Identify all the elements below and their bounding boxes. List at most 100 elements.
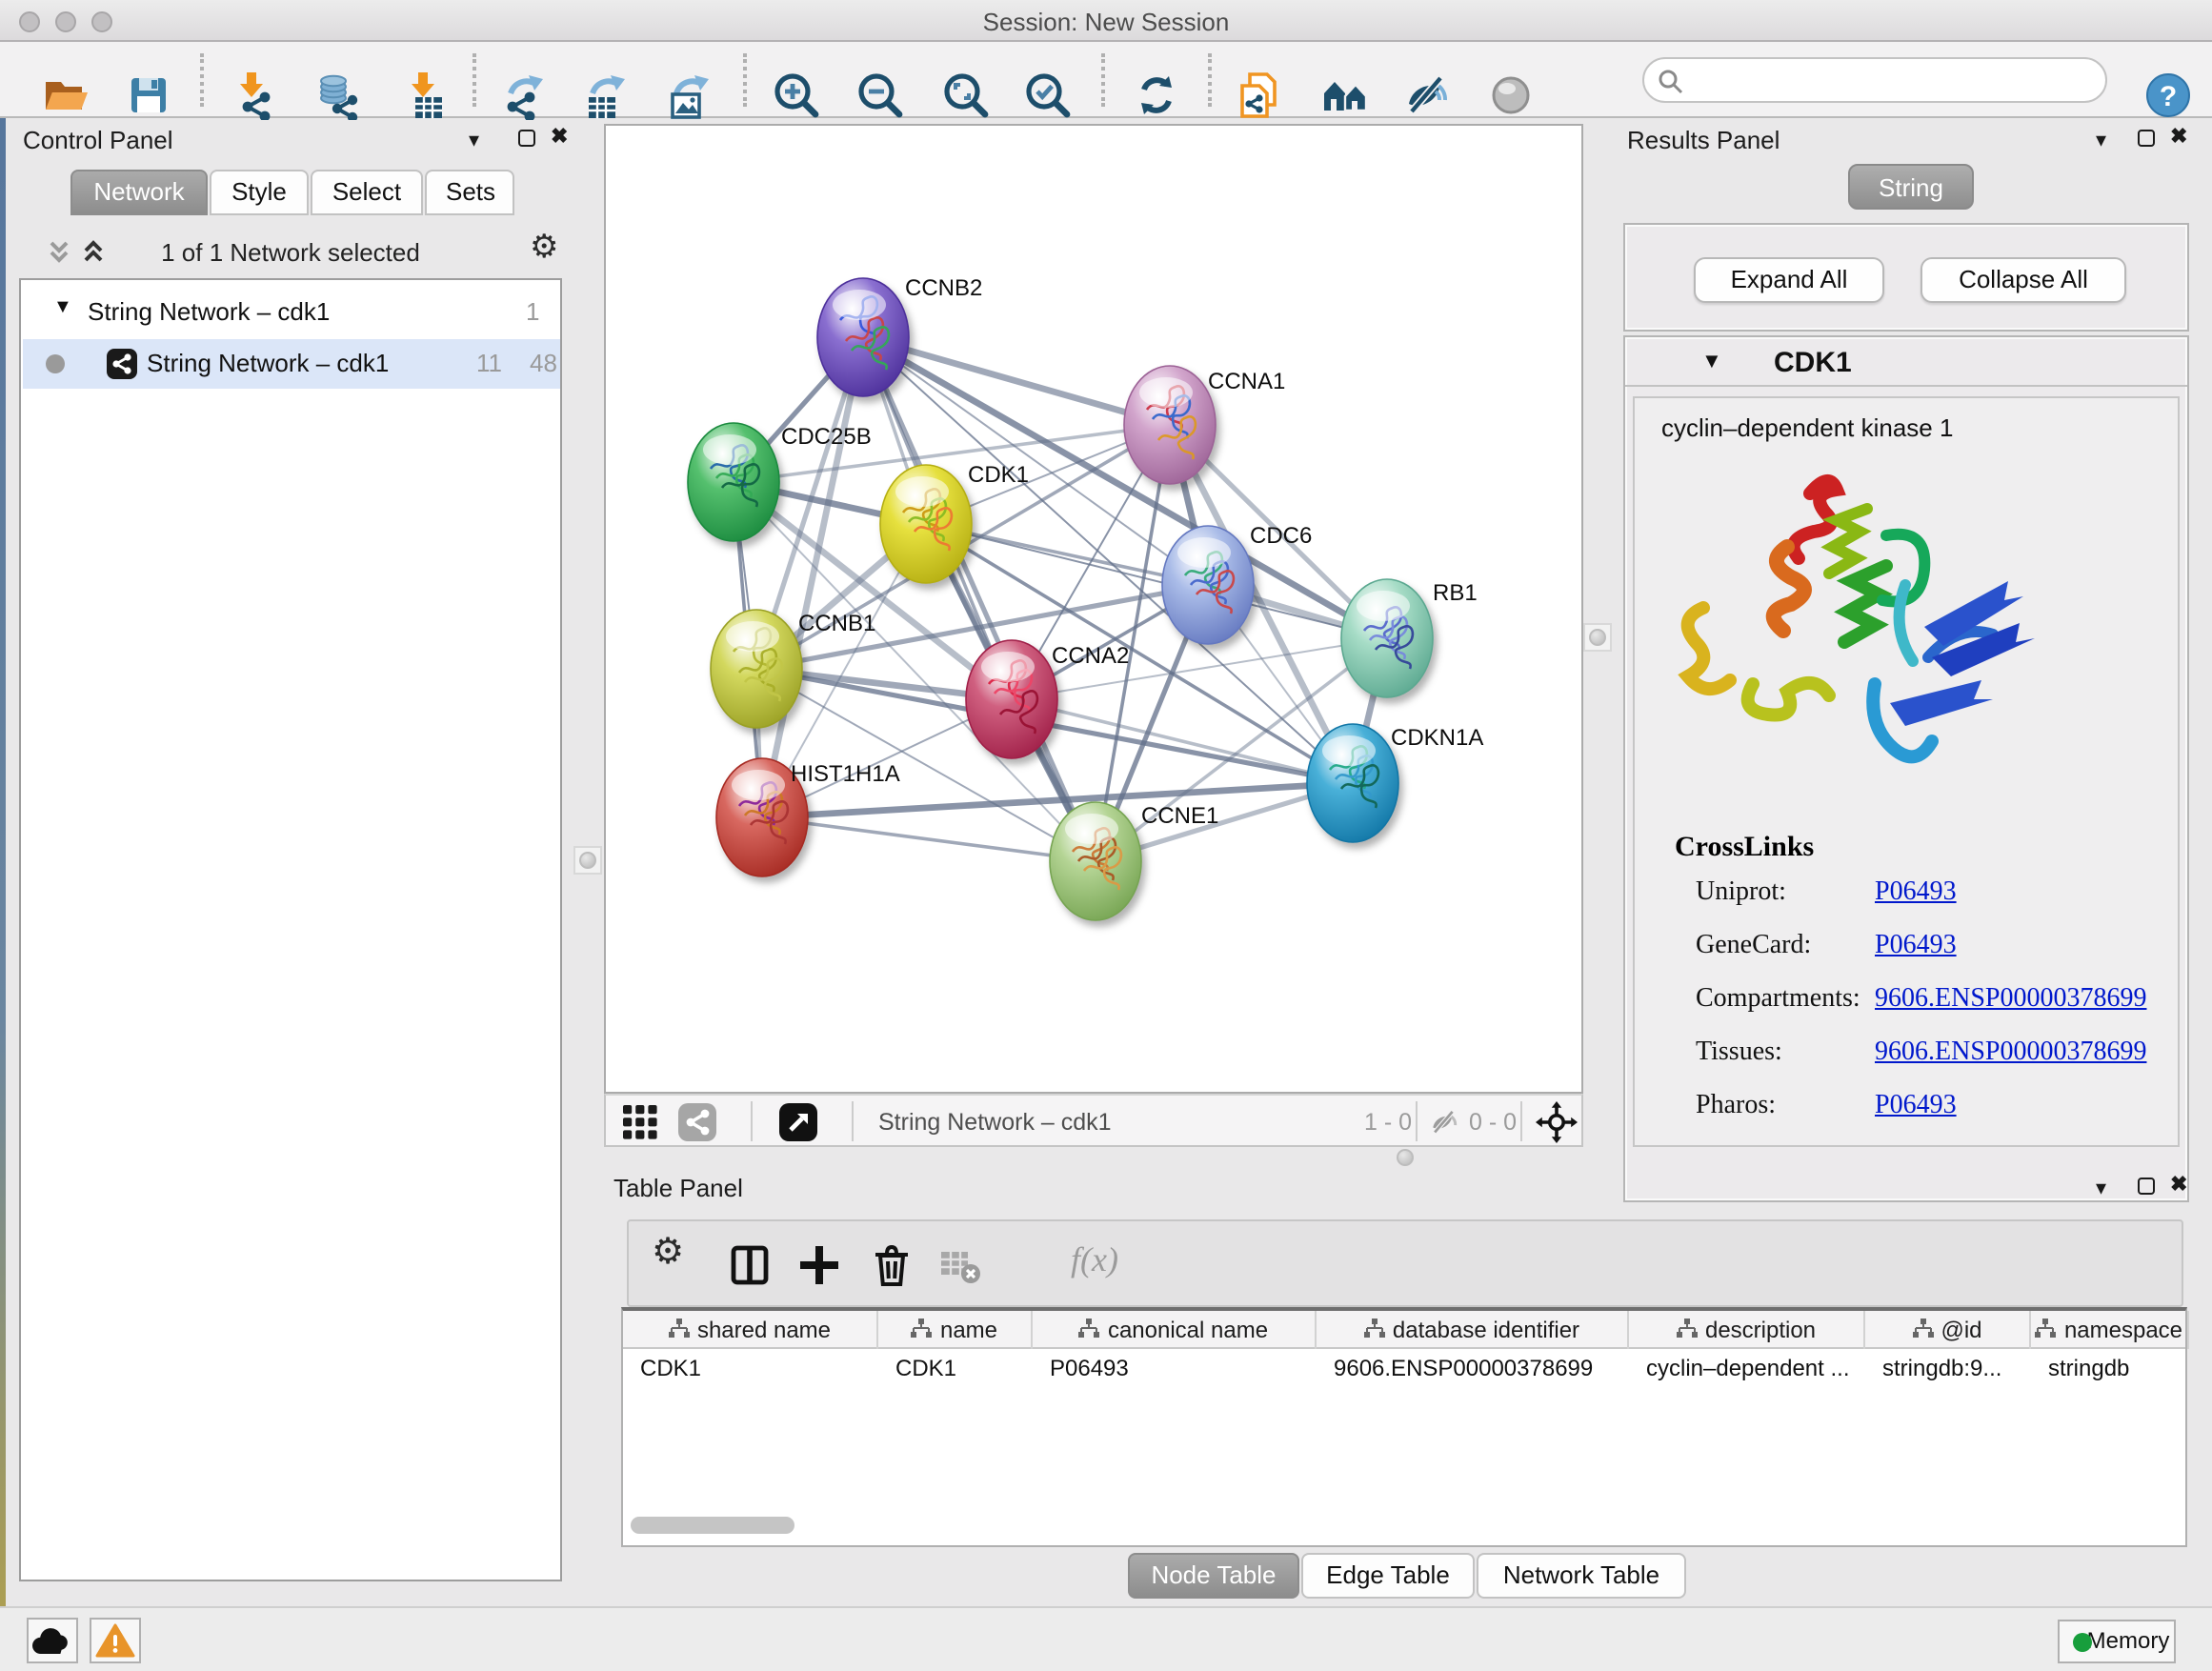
import-database-icon[interactable]	[314, 70, 364, 120]
crosslink-link[interactable]: 9606.ENSP00000378699	[1875, 985, 2146, 1016]
help-icon[interactable]: ?	[2143, 70, 2193, 120]
network-node-CDC6[interactable]: CDC6	[1160, 524, 1256, 646]
tab-edge-table[interactable]: Edge Table	[1301, 1553, 1475, 1599]
network-row[interactable]: String Network – cdk1 11 48	[23, 339, 560, 389]
table-options-gear-icon[interactable]: ⚙	[652, 1237, 697, 1282]
table-cell[interactable]: CDK1	[623, 1349, 878, 1387]
network-node-CCNB1[interactable]: CCNB1	[709, 608, 804, 730]
close-panel-icon[interactable]: ✖	[2170, 1176, 2187, 1197]
import-network-icon[interactable]	[231, 70, 280, 120]
tab-select[interactable]: Select	[311, 170, 423, 215]
network-node-CDKN1A[interactable]: CDKN1A	[1305, 722, 1400, 844]
string-documents-icon[interactable]	[1235, 70, 1284, 120]
tab-string[interactable]: String	[1848, 164, 1974, 210]
tree-expander-icon[interactable]: ▼	[53, 297, 72, 318]
warnings-button[interactable]	[90, 1618, 141, 1663]
right-splitter-handle[interactable]	[1583, 623, 1612, 652]
network-edge[interactable]	[762, 337, 863, 817]
save-session-icon[interactable]	[124, 70, 173, 120]
crosslink-link[interactable]: P06493	[1875, 878, 1957, 909]
tab-node-table[interactable]: Node Table	[1128, 1553, 1299, 1599]
network-view-mode-icon[interactable]	[678, 1103, 716, 1151]
column-header-name[interactable]: name	[878, 1311, 1033, 1349]
grid-view-icon[interactable]	[623, 1105, 657, 1149]
maximize-panel-icon[interactable]	[2138, 1178, 2155, 1195]
view-toolbar-separator	[852, 1101, 854, 1141]
network-node-CCNB2[interactable]: CCNB2	[815, 276, 911, 398]
column-header-description[interactable]: description	[1629, 1311, 1865, 1349]
add-column-icon[interactable]	[796, 1242, 842, 1288]
maximize-panel-icon[interactable]	[518, 130, 535, 147]
show-visual-icon[interactable]	[1486, 70, 1536, 120]
crosslink-label: Tissues:	[1696, 1038, 1782, 1069]
table-cell[interactable]: CDK1	[878, 1349, 1033, 1387]
search-input[interactable]	[1642, 57, 2107, 103]
zoom-fit-icon[interactable]	[941, 70, 991, 120]
maximize-panel-icon[interactable]	[2138, 130, 2155, 147]
hide-visual-icon[interactable]	[1402, 70, 1452, 120]
network-collection-row[interactable]: ▼ String Network – cdk1 1	[23, 288, 560, 337]
network-node-HIST1H1A[interactable]: HIST1H1A	[714, 756, 810, 878]
collapse-all-button[interactable]: Collapse All	[1920, 257, 2126, 303]
refresh-icon[interactable]	[1132, 70, 1181, 120]
close-panel-icon[interactable]: ✖	[551, 128, 568, 149]
crosslink-link[interactable]: P06493	[1875, 932, 1957, 962]
tab-sets[interactable]: Sets	[425, 170, 514, 215]
cloud-button[interactable]	[27, 1618, 78, 1663]
horizontal-scrollbar[interactable]	[631, 1517, 794, 1534]
network-node-CCNA1[interactable]: CCNA1	[1122, 364, 1217, 486]
float-panel-icon[interactable]: ▾	[2096, 131, 2106, 152]
collapse-section-icon[interactable]: ▼	[1701, 351, 1722, 373]
table-cell[interactable]: P06493	[1033, 1349, 1317, 1387]
network-node-CDC25B[interactable]: CDC25B	[686, 421, 781, 543]
export-image-icon[interactable]	[665, 70, 714, 120]
table-cell[interactable]: 9606.ENSP00000378699	[1317, 1349, 1629, 1387]
function-builder-icon: f(x)	[1071, 1240, 1118, 1280]
birdseye-view-icon[interactable]	[779, 1103, 817, 1151]
column-header-namespace[interactable]: namespace	[2031, 1311, 2189, 1349]
left-splitter-handle[interactable]	[573, 846, 602, 875]
column-header-database-identifier[interactable]: database identifier	[1317, 1311, 1629, 1349]
tab-network[interactable]: Network	[70, 170, 208, 215]
table-cell[interactable]: cyclin–dependent ...	[1629, 1349, 1865, 1387]
table-cell[interactable]: stringdb:9...	[1865, 1349, 2031, 1387]
network-node-CDK1[interactable]: CDK1	[878, 463, 974, 585]
import-table-icon[interactable]	[402, 70, 452, 120]
crosslinks-heading: CrossLinks	[1675, 833, 1814, 865]
crosslink-link[interactable]: 9606.ENSP00000378699	[1875, 1038, 2146, 1069]
expand-collapse-box: Expand All Collapse All	[1623, 223, 2189, 332]
close-panel-icon[interactable]: ✖	[2170, 128, 2187, 149]
export-network-icon[interactable]	[499, 70, 549, 120]
open-session-icon[interactable]	[40, 70, 90, 120]
node-label: CCNA1	[1208, 368, 1285, 394]
zoom-selected-icon[interactable]	[1023, 70, 1073, 120]
show-columns-icon[interactable]	[728, 1242, 774, 1288]
network-edge[interactable]	[926, 524, 1387, 638]
network-options-gear-icon[interactable]: ⚙	[530, 232, 559, 265]
home-networks-icon[interactable]	[1320, 70, 1370, 120]
crosslink-link[interactable]: P06493	[1875, 1092, 1957, 1122]
network-node-CCNA2[interactable]: CCNA2	[964, 638, 1059, 760]
float-panel-icon[interactable]: ▾	[2096, 1179, 2106, 1200]
tab-network-table[interactable]: Network Table	[1477, 1553, 1686, 1599]
bottom-splitter-handle[interactable]	[1397, 1149, 1414, 1166]
protein-section-header[interactable]: ▼ CDK1	[1625, 337, 2187, 387]
column-header-@id[interactable]: @id	[1865, 1311, 2031, 1349]
column-header-shared-name[interactable]: shared name	[623, 1311, 878, 1349]
network-node-RB1[interactable]: RB1	[1339, 577, 1435, 699]
network-node-CCNE1[interactable]: CCNE1	[1048, 800, 1143, 922]
zoom-out-icon[interactable]	[855, 70, 905, 120]
table-cell[interactable]: stringdb	[2031, 1349, 2189, 1387]
export-table-icon[interactable]	[581, 70, 631, 120]
expand-all-button[interactable]: Expand All	[1694, 257, 1884, 303]
float-panel-icon[interactable]: ▾	[469, 131, 479, 152]
network-edge[interactable]	[762, 817, 1096, 861]
network-canvas[interactable]: CCNB2 CCNA1	[604, 124, 1583, 1094]
delete-column-icon[interactable]	[869, 1242, 915, 1288]
status-bar: Memory	[0, 1606, 2212, 1671]
column-header-canonical-name[interactable]: canonical name	[1033, 1311, 1317, 1349]
memory-button[interactable]: Memory	[2058, 1620, 2176, 1663]
zoom-in-icon[interactable]	[772, 70, 821, 120]
fit-content-crosshair-icon[interactable]	[1536, 1101, 1578, 1153]
tab-style[interactable]: Style	[210, 170, 309, 215]
